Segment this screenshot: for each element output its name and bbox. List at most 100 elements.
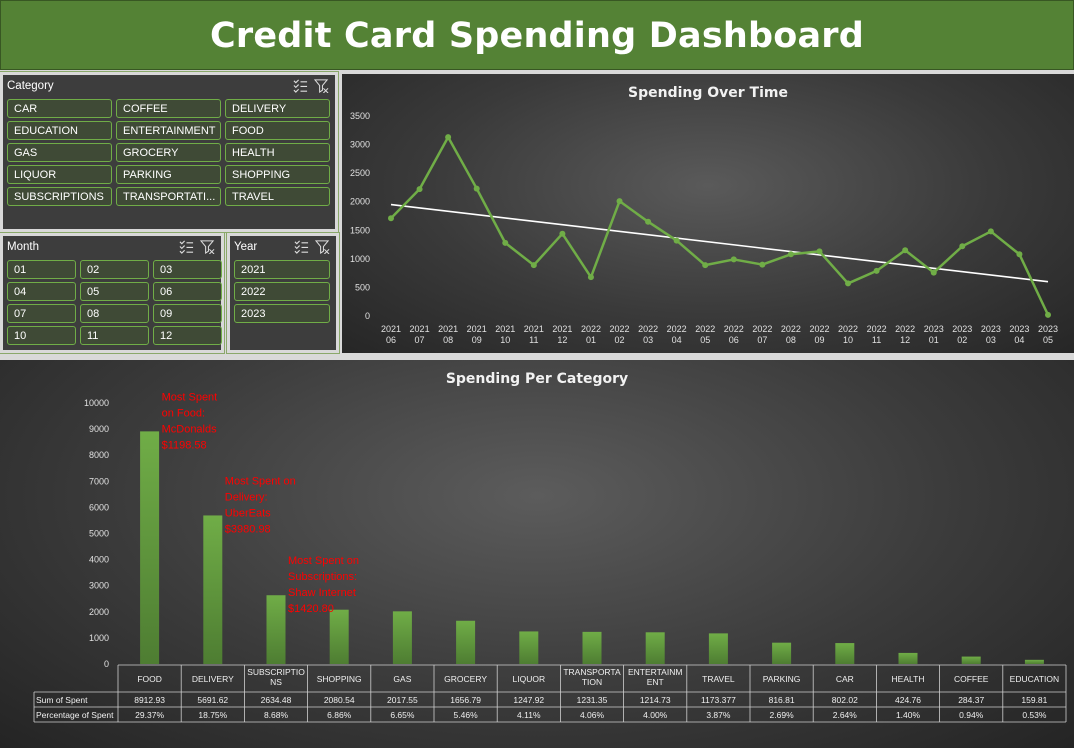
month-item-07[interactable]: 07 <box>7 304 76 323</box>
x-tick-label-year: 2022 <box>838 324 858 334</box>
x-tick-label-month: 06 <box>729 335 739 345</box>
bar-grocery <box>456 620 476 664</box>
month-item-02[interactable]: 02 <box>80 260 149 279</box>
y-tick-label: 0 <box>104 659 109 669</box>
x-tick-label-year: 2021 <box>438 324 458 334</box>
y-tick-label: 7000 <box>89 476 109 486</box>
category-item-parking[interactable]: PARKING <box>116 165 221 184</box>
category-item-coffee[interactable]: COFFEE <box>116 99 221 118</box>
category-label: HEALTH <box>892 674 925 684</box>
month-item-12[interactable]: 12 <box>153 326 222 345</box>
category-item-education[interactable]: EDUCATION <box>7 121 112 140</box>
percentage-cell: 4.11% <box>517 710 541 720</box>
title-banner: Credit Card Spending Dashboard <box>0 0 1074 70</box>
percentage-cell: 29.37% <box>135 710 164 720</box>
month-item-09[interactable]: 09 <box>153 304 222 323</box>
data-point <box>616 198 623 205</box>
category-label: TION <box>582 677 602 687</box>
x-tick-label-month: 03 <box>643 335 653 345</box>
y-tick-label: 1000 <box>350 254 370 264</box>
data-point <box>445 134 452 141</box>
data-point <box>587 274 594 281</box>
year-item-2021[interactable]: 2021 <box>234 260 330 279</box>
spending-per-category-chart: Spending Per Category 0 1000 2000 3000 4000 5… <box>0 360 1074 748</box>
y-tick-label: 3500 <box>350 111 370 121</box>
annotation-text: $1420.80 <box>288 603 334 615</box>
data-point <box>1045 311 1051 318</box>
x-tick-label-month: 06 <box>386 335 396 345</box>
month-item-11[interactable]: 11 <box>80 326 149 345</box>
data-point <box>959 243 966 250</box>
category-label: NS <box>270 677 282 687</box>
category-item-liquor[interactable]: LIQUOR <box>7 165 112 184</box>
percentage-cell: 3.87% <box>706 710 731 720</box>
month-item-04[interactable]: 04 <box>7 282 76 301</box>
category-label: SHOPPING <box>317 674 362 684</box>
percentage-cell: 6.86% <box>327 710 352 720</box>
y-tick-label: 9000 <box>89 424 109 434</box>
dashboard: Credit Card Spending Dashboard Category … <box>0 0 1074 748</box>
data-point <box>759 261 766 268</box>
sum-cell: 1231.35 <box>577 695 608 705</box>
series-name-percentage: Percentage of Spent <box>36 710 114 720</box>
category-item-health[interactable]: HEALTH <box>225 143 330 162</box>
category-item-shopping[interactable]: SHOPPING <box>225 165 330 184</box>
category-item-entertainment[interactable]: ENTERTAINMENT <box>116 121 221 140</box>
category-item-transportati-[interactable]: TRANSPORTATI... <box>116 187 221 206</box>
category-item-grocery[interactable]: GROCERY <box>116 143 221 162</box>
month-item-05[interactable]: 05 <box>80 282 149 301</box>
category-item-delivery[interactable]: DELIVERY <box>225 99 330 118</box>
month-item-06[interactable]: 06 <box>153 282 222 301</box>
clear-filter-icon[interactable] <box>200 239 215 254</box>
x-tick-label-year: 2022 <box>752 324 772 334</box>
x-tick-label-month: 12 <box>557 335 567 345</box>
annotation-text: $1198.58 <box>162 439 207 451</box>
category-item-food[interactable]: FOOD <box>225 121 330 140</box>
month-slicer: Month 01 02 03 04 05 06 07 08 09 10 11 12 <box>0 232 225 354</box>
multi-select-icon[interactable] <box>294 239 309 254</box>
year-item-2022[interactable]: 2022 <box>234 282 330 301</box>
data-point <box>702 262 709 269</box>
category-slicer: Category CAR COFFEE DELIVERY EDUCATION ENTER… <box>0 71 339 233</box>
x-tick-label-year: 2022 <box>638 324 658 334</box>
category-item-subscriptions[interactable]: SUBSCRIPTIONS <box>7 187 112 206</box>
multi-select-icon[interactable] <box>179 239 194 254</box>
category-label: SUBSCRIPTIO <box>247 667 305 677</box>
y-tick-label: 10000 <box>84 398 109 408</box>
month-item-10[interactable]: 10 <box>7 326 76 345</box>
bar-shopping <box>329 609 349 664</box>
x-tick-label-year: 2022 <box>695 324 715 334</box>
multi-select-icon[interactable] <box>293 78 308 93</box>
x-tick-label-month: 09 <box>472 335 482 345</box>
category-label: EDUCATION <box>1010 674 1059 684</box>
category-slicer-label: Category <box>7 80 54 92</box>
annotation-text: Shaw Internet <box>288 587 356 599</box>
spending-over-time-chart: Spending Over Time 0 500 1000 1500 2000 2500 3… <box>342 74 1074 353</box>
sum-cell: 424.76 <box>895 695 921 705</box>
clear-filter-icon[interactable] <box>315 239 330 254</box>
sum-cell: 2017.55 <box>387 695 418 705</box>
clear-filter-icon[interactable] <box>314 78 329 93</box>
category-item-gas[interactable]: GAS <box>7 143 112 162</box>
y-tick-label: 1500 <box>350 225 370 235</box>
sum-cell: 1214.73 <box>640 695 671 705</box>
x-tick-label-month: 07 <box>757 335 767 345</box>
data-point <box>930 269 937 276</box>
x-tick-label-year: 2021 <box>467 324 487 334</box>
sum-cell: 1173.377 <box>701 695 736 705</box>
sum-cell: 5691.62 <box>197 695 228 705</box>
month-item-08[interactable]: 08 <box>80 304 149 323</box>
x-tick-label-month: 05 <box>700 335 710 345</box>
category-item-car[interactable]: CAR <box>7 99 112 118</box>
month-item-01[interactable]: 01 <box>7 260 76 279</box>
year-item-2023[interactable]: 2023 <box>234 304 330 323</box>
x-tick-label-month: 02 <box>957 335 967 345</box>
data-point <box>530 262 537 269</box>
month-item-03[interactable]: 03 <box>153 260 222 279</box>
category-item-travel[interactable]: TRAVEL <box>225 187 330 206</box>
data-point <box>673 237 680 244</box>
percentage-cell: 4.06% <box>580 710 605 720</box>
data-point <box>730 256 737 263</box>
bar-health <box>898 652 918 664</box>
category-label: GROCERY <box>444 674 487 684</box>
